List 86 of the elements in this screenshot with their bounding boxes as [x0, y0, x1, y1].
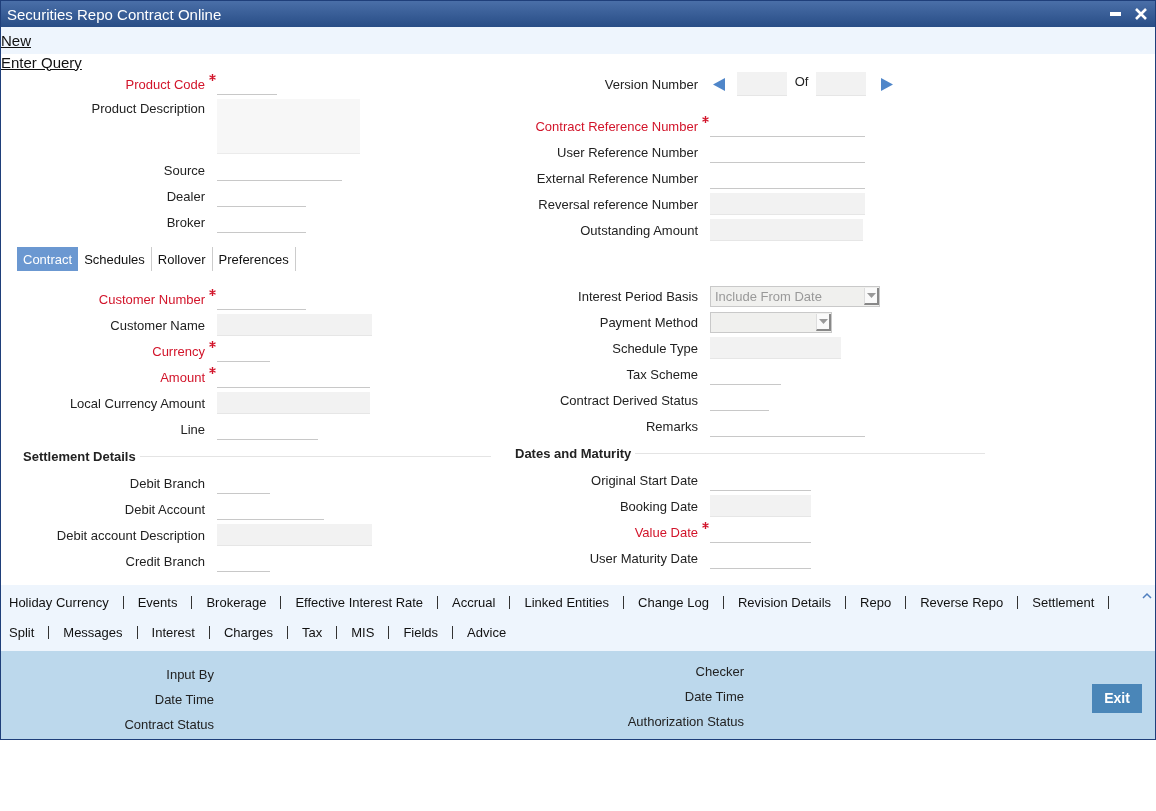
dropdown-caret-icon [818, 318, 828, 324]
field-label: Customer Name [109, 317, 205, 333]
section-link[interactable]: Tax [302, 624, 323, 640]
field-label: Source [162, 162, 205, 178]
audit-label: Authorization Status [627, 712, 744, 730]
field-label: Schedule Type [611, 340, 698, 356]
field-label: Contract Reference Number [534, 118, 698, 134]
exit-button[interactable]: Exit [1092, 683, 1142, 713]
field-label: Currency [151, 343, 205, 359]
field-label: Contract Derived Status [559, 392, 698, 408]
required-asterisk-icon [209, 74, 216, 81]
of-label: Of [793, 73, 810, 89]
section-link[interactable]: Reverse Repo [920, 594, 1004, 610]
field-label: Booking Date [618, 498, 698, 514]
field-label: Tax Scheme [625, 366, 698, 382]
field-label: Value Date [633, 524, 698, 540]
section-link[interactable]: Linked Entities [524, 594, 610, 610]
field-label: Payment Method [598, 314, 698, 330]
toolbar-link[interactable]: New [1, 32, 31, 49]
required-asterisk-icon [209, 367, 216, 374]
audit-label: Contract Status [124, 715, 214, 733]
read-only-field[interactable] [710, 495, 811, 517]
audit-label: Input By [166, 665, 214, 683]
next-arrow-icon[interactable] [881, 77, 893, 91]
section-link[interactable]: Revision Details [737, 594, 832, 610]
section-link[interactable]: Settlement [1032, 594, 1095, 610]
section-link[interactable]: Fields [403, 624, 439, 640]
section-link[interactable]: Effective Interest Rate [295, 594, 424, 610]
field-label: Product Description [90, 100, 205, 116]
field-label: User Reference Number [556, 144, 698, 160]
dropdown-caret-icon [866, 292, 876, 298]
window-title: Securities Repo Contract Online [7, 5, 222, 23]
field-label: Dealer [165, 188, 205, 204]
section-heading: Settlement Details [23, 448, 137, 464]
section-link[interactable]: Charges [223, 624, 274, 640]
field-label: External Reference Number [535, 170, 698, 186]
field-label: Remarks [645, 418, 698, 434]
read-only-field[interactable] [710, 219, 863, 241]
field-label: Local Currency Amount [68, 395, 205, 411]
read-only-field[interactable] [816, 72, 866, 96]
read-only-field[interactable] [710, 337, 841, 359]
field-label: Customer Number [97, 291, 205, 307]
field-label: Outstanding Amount [579, 222, 698, 238]
read-only-field[interactable] [737, 72, 787, 96]
section-link[interactable]: Interest [151, 624, 195, 640]
section-link[interactable]: Messages [63, 624, 123, 640]
section-link[interactable]: Advice [467, 624, 507, 640]
read-only-field[interactable] [710, 193, 865, 215]
field-label: Debit account Description [55, 527, 205, 543]
field-label: Original Start Date [590, 472, 698, 488]
field-label: Version Number [603, 76, 698, 92]
required-asterisk-icon [702, 522, 709, 529]
collapse-caret-icon[interactable] [1142, 592, 1152, 599]
field-label: Reversal reference Number [537, 196, 698, 212]
field-label: Broker [165, 214, 205, 230]
field-label: Amount [159, 369, 205, 385]
field-label: Line [179, 421, 205, 437]
section-link[interactable]: MIS [351, 624, 375, 640]
previous-arrow-icon[interactable] [713, 77, 725, 91]
read-only-field[interactable] [217, 392, 370, 414]
read-only-field[interactable] [217, 524, 372, 546]
dropdown-field[interactable] [710, 311, 832, 333]
field-label: User Maturity Date [588, 550, 698, 566]
field-label: Debit Account [123, 501, 205, 517]
required-asterisk-icon [702, 116, 709, 123]
field-label: Debit Branch [128, 475, 205, 491]
section-link[interactable]: Accrual [452, 594, 496, 610]
close-icon[interactable] [1135, 8, 1147, 20]
field-label: Product Code [124, 76, 205, 92]
section-link[interactable]: Brokerage [206, 594, 267, 610]
section-link[interactable]: Repo [860, 594, 892, 610]
read-only-field[interactable] [217, 314, 372, 336]
field-label: Interest Period Basis [577, 288, 698, 304]
section-link[interactable]: Change Log [638, 594, 709, 610]
required-asterisk-icon [209, 289, 216, 296]
section-link[interactable]: Holiday Currency [9, 594, 109, 610]
audit-label: Checker [695, 662, 744, 680]
section-heading: Dates and Maturity [515, 445, 633, 461]
minimize-icon[interactable] [1110, 12, 1121, 16]
toolbar-link[interactable]: Enter Query [1, 53, 82, 71]
field-label: Credit Branch [124, 553, 205, 569]
audit-label: Date Time [684, 687, 744, 705]
required-asterisk-icon [209, 341, 216, 348]
section-link[interactable]: Split [9, 624, 35, 640]
section-link[interactable]: Events [137, 594, 178, 610]
audit-label: Date Time [154, 690, 214, 708]
